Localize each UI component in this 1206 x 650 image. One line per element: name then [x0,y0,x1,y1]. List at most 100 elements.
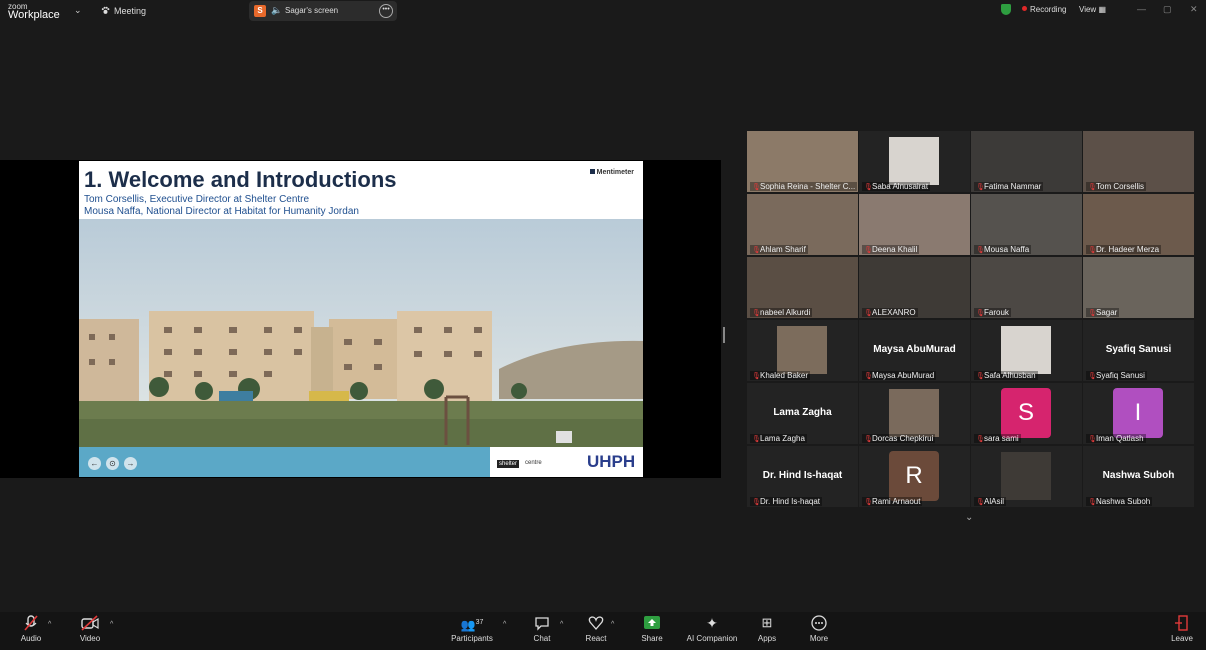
participant-tile[interactable]: 🎙nabeel Alkurdi [747,257,858,318]
minimize-icon[interactable]: — [1137,4,1146,14]
video-options-caret[interactable]: ^ [110,621,113,628]
participant-name-label: 🎙Khaled Baker [750,371,811,380]
view-button[interactable]: View ▦ [1079,5,1106,14]
chat-button[interactable]: Chat [530,614,554,643]
react-button[interactable]: React [583,614,609,643]
participant-tile[interactable]: Lama Zagha 🎙Lama Zagha [747,383,858,444]
participant-name: Safa Alhusban [984,371,1036,380]
maximize-icon[interactable]: ▢ [1163,4,1172,15]
screen-share-pill[interactable]: S 🔈 Sagar's screen ••• [249,1,397,21]
sparkle-icon: ✦ [706,615,718,631]
participant-name-label: 🎙Nashwa Suboh [1086,497,1153,506]
mic-muted-icon: 🎙 [976,247,985,254]
more-button[interactable]: More [807,614,831,643]
audio-button[interactable]: Audio [18,614,44,643]
participant-name-label: 🎙Dr. Hind Is-haqat [750,497,823,506]
participant-name: Deena Khalil [872,245,918,254]
split-resize-handle[interactable] [723,327,725,343]
participant-tile[interactable]: 🎙Dorcas Chepkirui [859,383,970,444]
video-button[interactable]: Video [77,614,103,643]
menti-label: Mentimeter [596,169,634,176]
more-options-icon[interactable]: ••• [379,4,393,18]
participant-tile[interactable]: Maysa AbuMurad 🎙Maysa AbuMurad [859,320,970,381]
participant-name: ALEXANRO [872,308,916,317]
participant-tile[interactable]: 🎙Ahlam Sharif [747,194,858,255]
participant-tile[interactable]: 🎙Tom Corsellis [1083,131,1194,192]
slide-home-icon[interactable]: ⊙ [106,457,119,470]
participant-tile[interactable]: 🎙Saba Alnusairat [859,131,970,192]
participant-tile[interactable]: 🎙Safa Alhusban [971,320,1082,381]
ai-companion-button[interactable]: ✦ AI Companion [686,614,738,643]
meeting-toolbar: Audio ^ Video ^ 👥37 Participants ^ Chat … [0,612,1206,650]
participant-tile[interactable]: 🎙Farouk [971,257,1082,318]
participant-name-label: 🎙Deena Khalil [862,245,920,254]
participant-tile[interactable]: 🎙Mousa Naffa [971,194,1082,255]
mic-muted-icon: 🎙 [752,247,761,254]
mic-muted-icon: 🎙 [864,310,873,317]
mic-muted-icon: 🎙 [864,184,873,191]
participant-name: Saba Alnusairat [872,182,929,191]
participant-name: Nashwa Suboh [1096,497,1151,506]
participant-tile[interactable]: Dr. Hind Is-haqat 🎙Dr. Hind Is-haqat [747,446,858,507]
mic-muted-icon: 🎙 [752,499,761,506]
participant-tile[interactable]: 🎙Deena Khalil [859,194,970,255]
chat-label: Chat [533,634,551,643]
participant-tile[interactable]: 🎙Fatima Nammar [971,131,1082,192]
mic-muted-icon: 🎙 [976,499,985,506]
meeting-info-button[interactable]: Meeting [101,6,146,16]
participant-name-label: 🎙ALEXANRO [862,308,918,317]
participant-name: Sagar [1096,308,1118,317]
close-icon[interactable]: ✕ [1190,4,1198,15]
mic-muted-icon: 🎙 [976,436,985,443]
gallery-next-page-icon[interactable]: ⌄ [965,512,973,523]
participant-photo [1001,452,1051,500]
slide-title: 1. Welcome and Introductions [84,167,397,192]
participant-tile[interactable]: Nashwa Suboh 🎙Nashwa Suboh [1083,446,1194,507]
chevron-down-icon[interactable]: ⌄ [74,5,82,16]
participant-name: AlAsil [984,497,1005,506]
audio-options-caret[interactable]: ^ [48,621,51,628]
participant-name: Iman Qatlash [1096,434,1144,443]
slide-prev-icon[interactable]: ← [88,457,101,470]
participant-photo [889,137,939,185]
sharer-avatar: S [254,5,266,17]
mic-muted-icon: 🎙 [864,373,873,380]
share-button[interactable]: Share [640,614,664,643]
participant-tile[interactable]: Syafiq Sanusi 🎙Syafiq Sanusi [1083,320,1194,381]
participant-tile[interactable]: 🎙ALEXANRO [859,257,970,318]
presentation-slide: 1. Welcome and Introductions Tom Corsell… [79,161,643,477]
participant-tile[interactable]: S 🎙sara sami [971,383,1082,444]
mic-muted-icon: 🎙 [752,373,761,380]
mic-muted-icon: 🎙 [1088,310,1097,317]
participant-tile[interactable]: 🎙Sagar [1083,257,1194,318]
participants-options-caret[interactable]: ^ [503,621,506,628]
participant-name-label: 🎙sara sami [974,434,1021,443]
leave-button[interactable]: Leave [1170,614,1194,643]
recording-indicator[interactable]: Recording [1022,5,1066,14]
participant-tile[interactable]: 🎙Sophia Reina - Shelter C... [747,131,858,192]
participant-name: Dorcas Chepkirui [872,434,934,443]
participant-name: Syafiq Sanusi [1096,371,1145,380]
participant-name: nabeel Alkurdi [760,308,811,317]
participant-tile[interactable]: 🎙Khaled Baker [747,320,858,381]
participant-name-label: 🎙Dr. Hadeer Merza [1086,245,1162,254]
participant-display-name: Nashwa Suboh [1102,470,1175,481]
react-options-caret[interactable]: ^ [611,621,614,628]
slide-subtitle-1: Tom Corsellis, Executive Director at She… [84,194,310,205]
participants-button[interactable]: 👥37 Participants [450,614,494,643]
participant-name-label: 🎙Dorcas Chepkirui [862,434,936,443]
zoom-logo: zoom Workplace [8,2,60,21]
shield-icon[interactable] [1001,4,1011,15]
mic-muted-icon: 🎙 [1088,499,1097,506]
participant-tile[interactable]: 🎙AlAsil [971,446,1082,507]
apps-button[interactable]: ⊞ Apps [755,614,779,643]
participant-name: Mousa Naffa [984,245,1030,254]
chat-options-caret[interactable]: ^ [560,621,563,628]
participant-name-label: 🎙nabeel Alkurdi [750,308,813,317]
participant-tile[interactable]: 🎙Dr. Hadeer Merza [1083,194,1194,255]
paw-icon [101,6,110,14]
participant-tile[interactable]: R 🎙Rami Arnaout [859,446,970,507]
slide-footer-bar: ← ⊙ → [79,447,490,477]
slide-next-icon[interactable]: → [124,457,137,470]
participant-tile[interactable]: I 🎙Iman Qatlash [1083,383,1194,444]
